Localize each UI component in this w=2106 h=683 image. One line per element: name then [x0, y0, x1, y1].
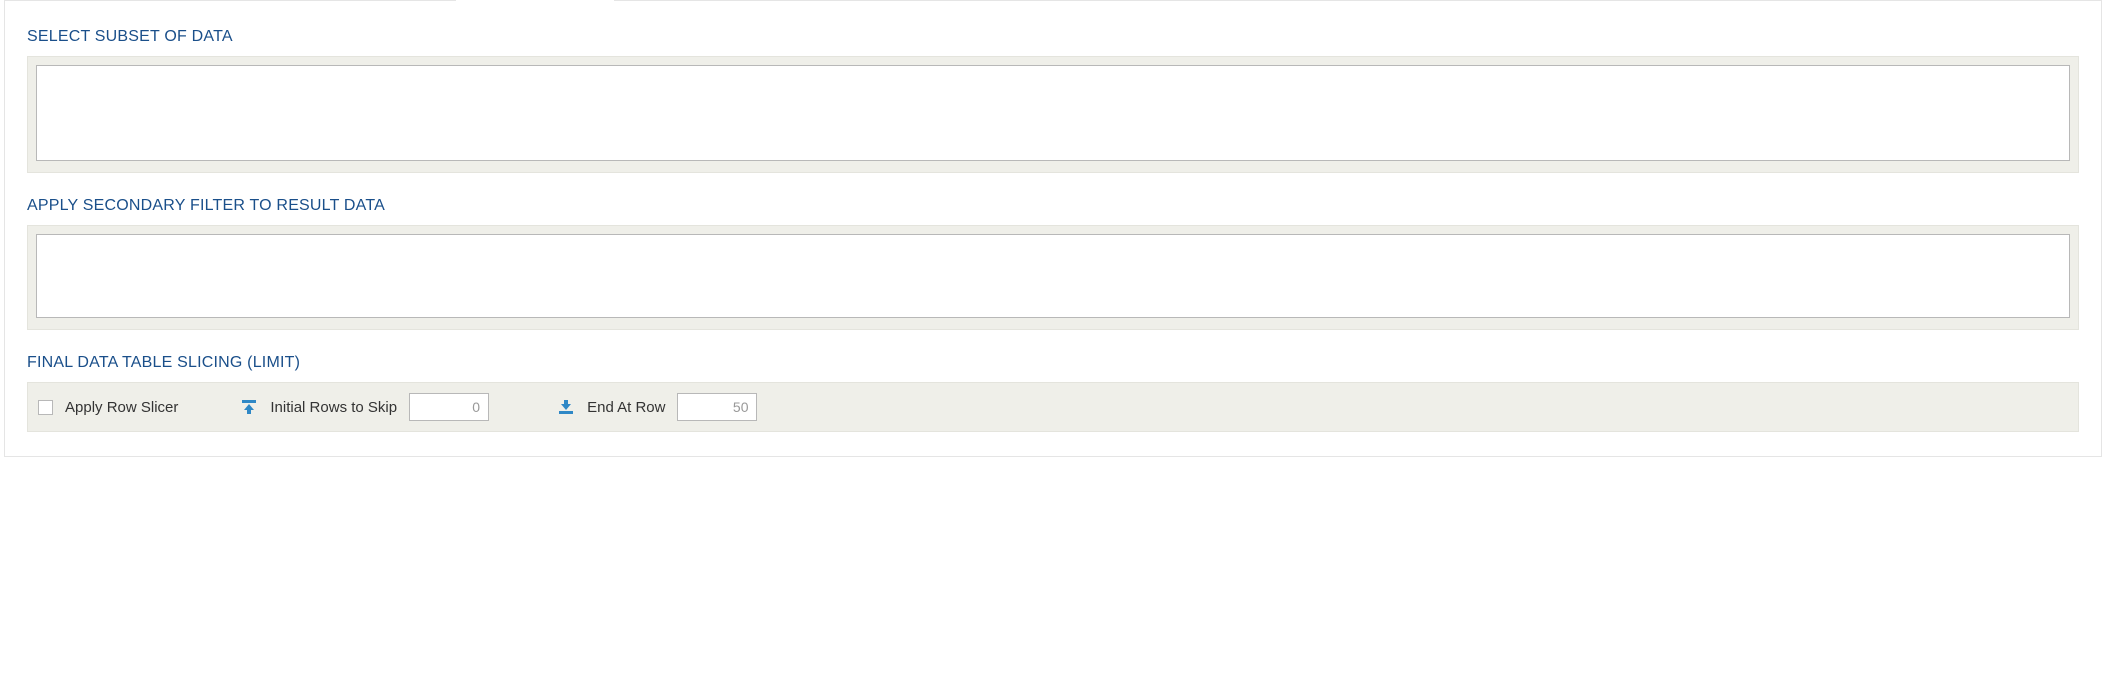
initial-rows-input[interactable] [409, 393, 489, 421]
secondary-panel [27, 225, 2079, 330]
slicing-panel: Apply Row Slicer Initial Rows to Skip En… [27, 382, 2079, 432]
initial-rows-label: Initial Rows to Skip [270, 399, 397, 416]
subset-panel [27, 56, 2079, 173]
end-at-row-label: End At Row [587, 399, 665, 416]
filter-config-panel: SELECT SUBSET OF DATA APPLY SECONDARY FI… [4, 0, 2102, 457]
arrow-down-bar-icon [557, 398, 575, 416]
slicer-row: Apply Row Slicer Initial Rows to Skip En… [38, 393, 2068, 421]
secondary-textarea[interactable] [36, 234, 2070, 318]
subset-heading: SELECT SUBSET OF DATA [27, 28, 2079, 46]
slicing-heading: FINAL DATA TABLE SLICING (LIMIT) [27, 354, 2079, 372]
active-tab-notch [456, 0, 614, 1]
secondary-heading: APPLY SECONDARY FILTER TO RESULT DATA [27, 197, 2079, 215]
tab-border [5, 0, 2101, 1]
arrow-up-bar-icon [240, 398, 258, 416]
end-at-row-input[interactable] [677, 393, 757, 421]
subset-textarea[interactable] [36, 65, 2070, 161]
apply-row-slicer-checkbox[interactable] [38, 400, 53, 415]
apply-row-slicer-label: Apply Row Slicer [65, 399, 178, 416]
